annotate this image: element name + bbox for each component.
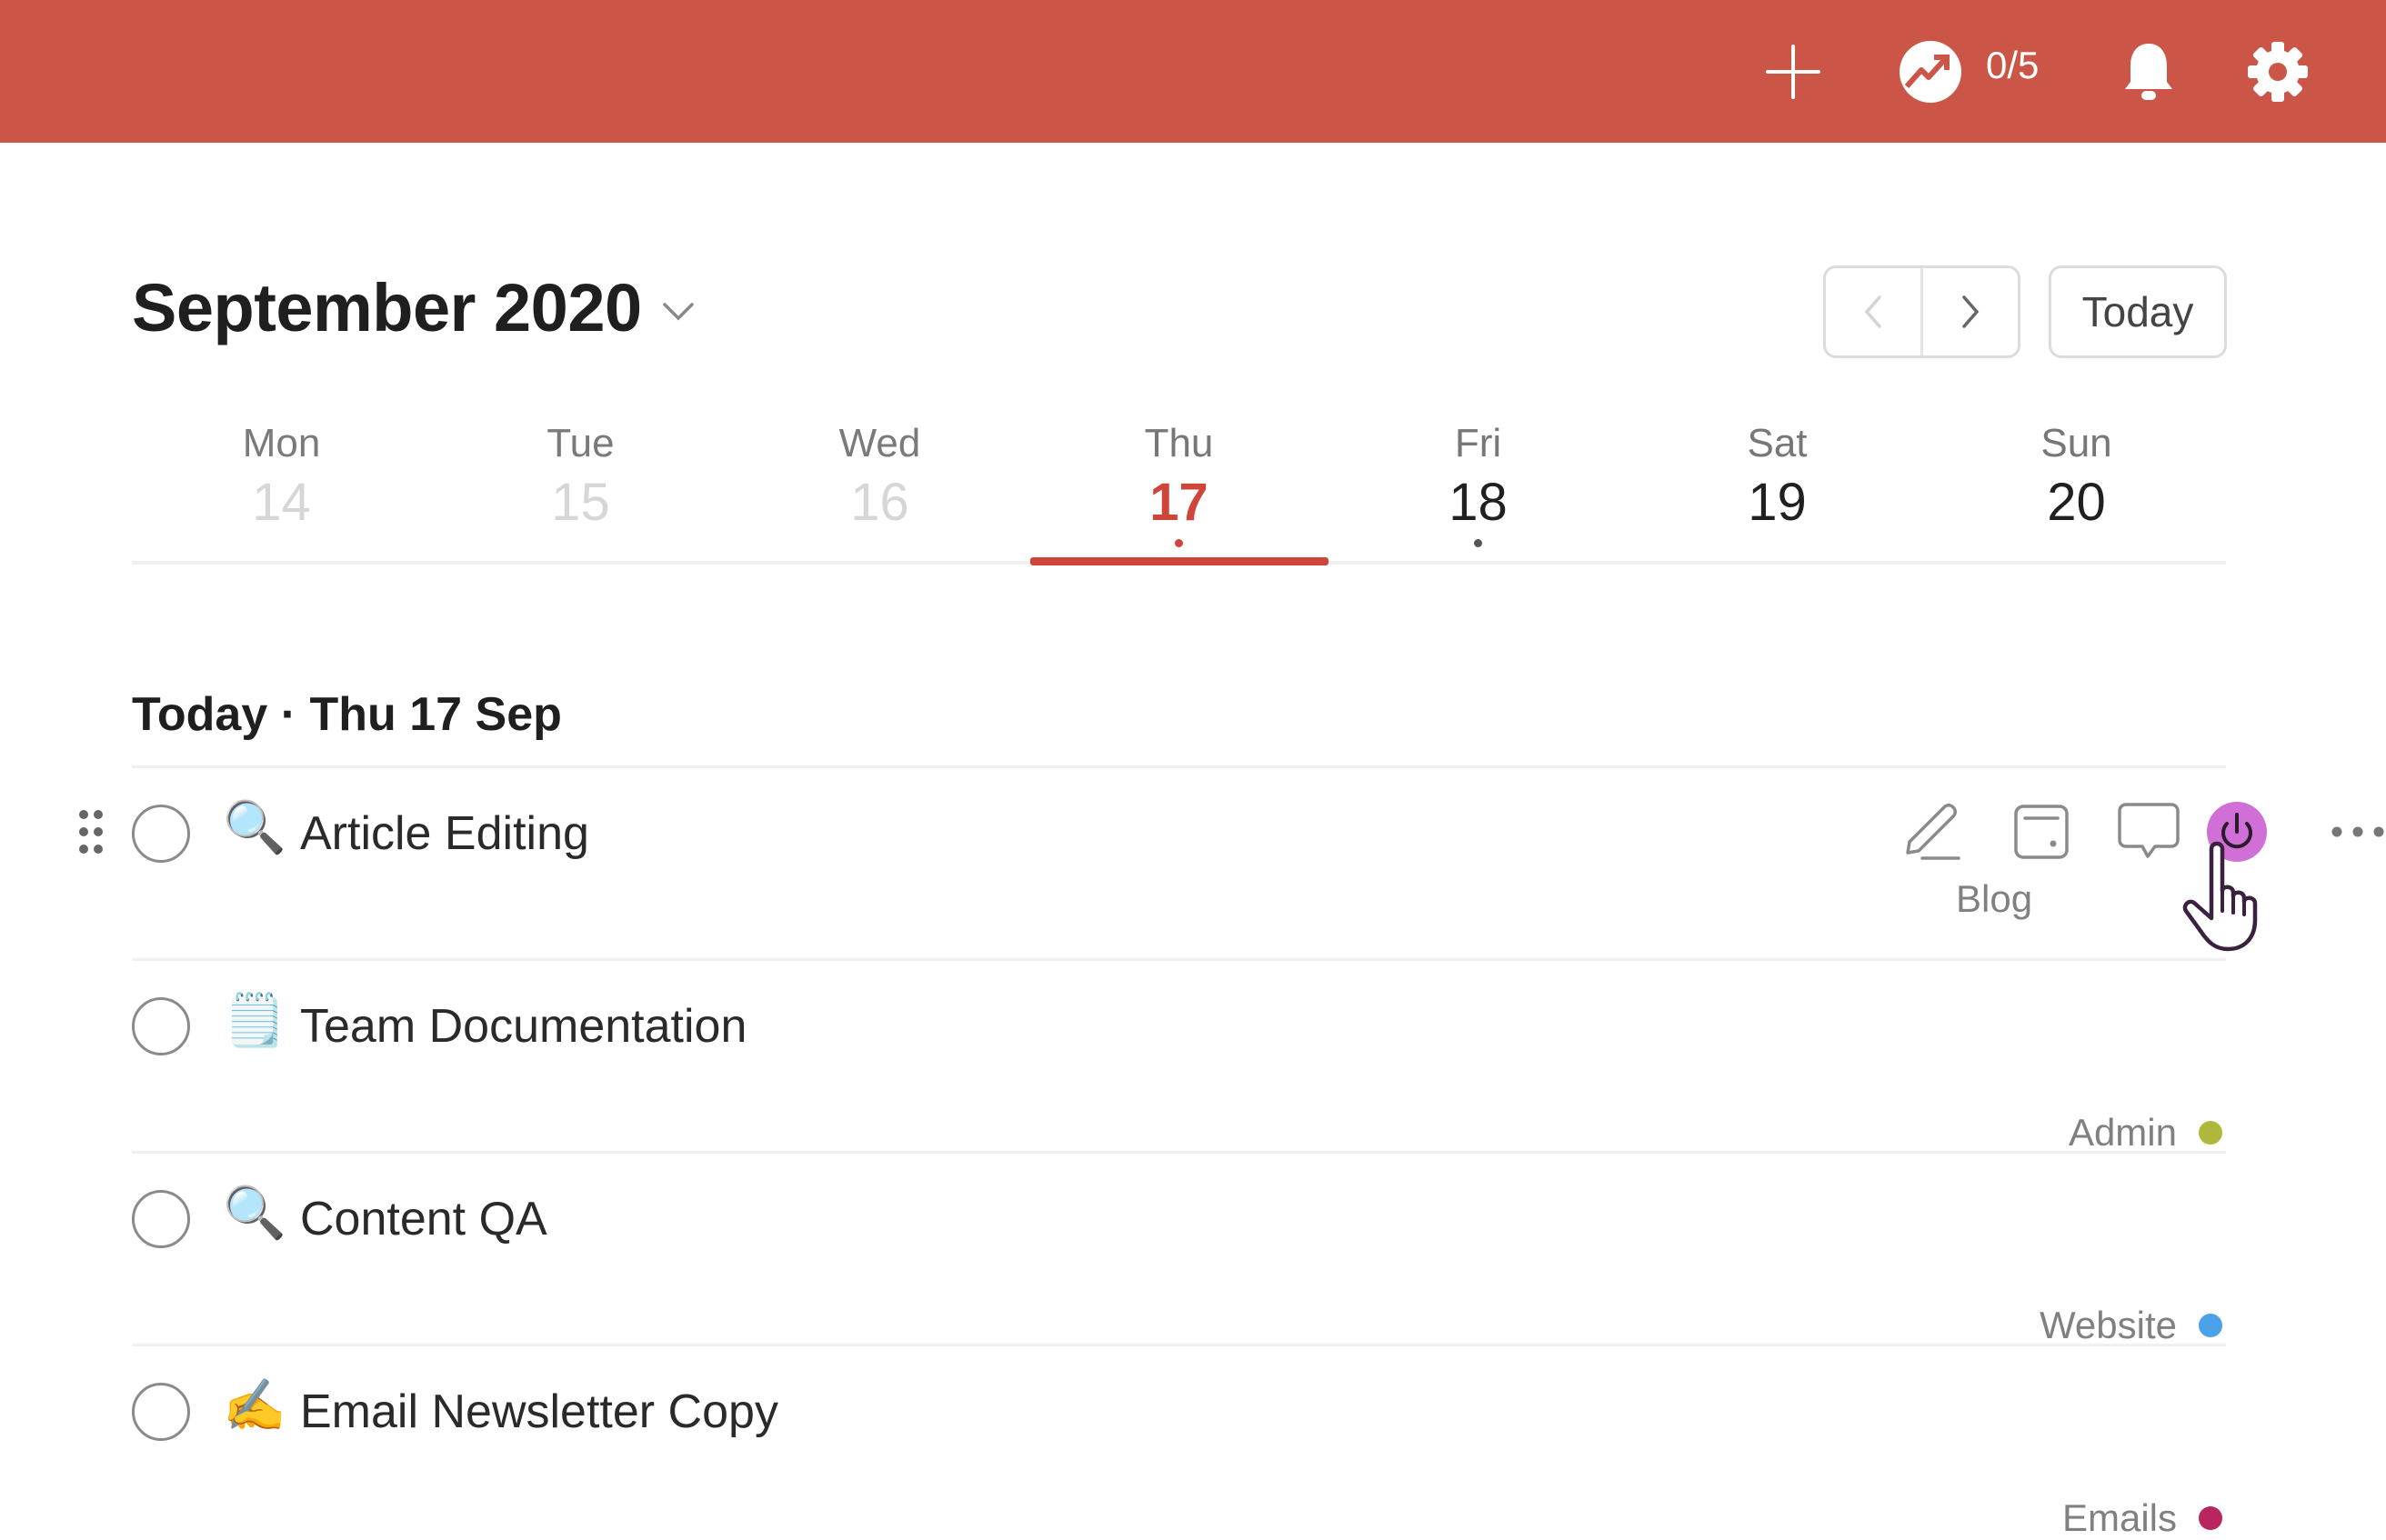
more-horizontal-icon <box>2331 826 2384 837</box>
chevron-right-icon <box>1962 295 1980 328</box>
task-project-label[interactable]: Blog <box>1956 877 2032 921</box>
day-name: Sun <box>2040 421 2112 465</box>
magnifying-glass-icon: 🔍 <box>223 1184 286 1241</box>
task-project[interactable]: Emails <box>2062 1496 2226 1540</box>
project-color-dot <box>2199 1506 2222 1530</box>
schedule-task-button[interactable] <box>1996 786 2087 877</box>
tasks-indicator-dot <box>1474 539 1482 547</box>
day-thu[interactable]: Thu 17 <box>1029 414 1328 566</box>
today-button[interactable]: Today <box>2049 265 2227 358</box>
task-project[interactable]: Admin <box>2069 1111 2226 1155</box>
focus-task-button[interactable] <box>2191 786 2282 877</box>
project-color-dot <box>2199 1314 2222 1337</box>
more-actions-button[interactable] <box>2312 786 2386 877</box>
task-project-label: Website <box>2040 1304 2177 1346</box>
task-item[interactable]: 🔍 Content QA Website <box>132 1154 2226 1346</box>
tasks-indicator-dot <box>1175 539 1183 547</box>
day-mon[interactable]: Mon 14 <box>132 414 431 566</box>
productivity-trend-icon <box>1900 41 1961 103</box>
task-checkbox[interactable] <box>132 997 190 1055</box>
previous-week-button[interactable] <box>1826 268 1920 355</box>
task-project[interactable]: Website <box>2040 1304 2226 1347</box>
power-icon <box>2207 802 2267 862</box>
task-checkbox[interactable] <box>132 1190 190 1248</box>
productivity-button[interactable] <box>1890 31 1971 113</box>
task-checkbox[interactable] <box>132 805 190 863</box>
task-title[interactable]: Article Editing <box>300 806 589 861</box>
day-name: Fri <box>1454 421 1502 465</box>
task-item[interactable]: 🔍 Article Editing <box>79 768 2384 961</box>
day-sat[interactable]: Sat 19 <box>1628 414 1927 566</box>
task-checkbox[interactable] <box>132 1383 190 1441</box>
drag-handle-icon <box>79 810 103 854</box>
day-fri[interactable]: Fri 18 <box>1328 414 1628 566</box>
day-wed[interactable]: Wed 16 <box>730 414 1029 566</box>
day-name: Sat <box>1747 421 1808 465</box>
notifications-button[interactable] <box>2108 31 2190 113</box>
week-navigation <box>1823 265 2020 358</box>
gear-icon <box>2248 42 2308 102</box>
task-project-label: Admin <box>2068 1111 2177 1154</box>
day-sun[interactable]: Sun 20 <box>1927 414 2226 566</box>
day-date: 17 <box>1149 473 1208 532</box>
task-project-label: Emails <box>2061 1496 2177 1539</box>
edit-task-button[interactable] <box>1887 786 1978 877</box>
drag-handle[interactable] <box>77 808 105 860</box>
comment-icon <box>2118 803 2180 858</box>
magnifying-glass-icon: 🔍 <box>223 798 286 855</box>
writing-hand-icon: ✍️ <box>223 1376 286 1434</box>
next-week-button[interactable] <box>1920 268 2018 355</box>
pencil-icon <box>1906 804 1960 860</box>
day-name: Mon <box>242 421 321 465</box>
chevron-down-icon <box>662 302 694 320</box>
month-title: September 2020 <box>132 270 642 345</box>
week-strip: Mon 14 Tue 15 Wed 16 Thu 17 Fri 18 Sat 1… <box>132 414 2226 566</box>
plus-icon <box>1766 45 1820 99</box>
day-name: Tue <box>546 421 615 465</box>
day-name: Wed <box>838 421 921 465</box>
quick-add-button[interactable] <box>1752 31 1834 113</box>
settings-button[interactable] <box>2237 31 2319 113</box>
day-date: 18 <box>1449 473 1508 532</box>
task-item[interactable]: ✍️ Email Newsletter Copy Emails <box>132 1346 2226 1539</box>
calendar-icon <box>2014 805 2069 859</box>
selected-day-indicator <box>1030 557 1328 565</box>
day-date: 14 <box>252 473 311 532</box>
task-title[interactable]: Email Newsletter Copy <box>300 1385 778 1439</box>
task-title[interactable]: Team Documentation <box>300 999 747 1054</box>
day-date: 16 <box>850 473 909 532</box>
top-bar: 0/5 <box>0 0 2386 143</box>
bell-icon <box>2125 44 2172 100</box>
section-title: Today · Thu 17 Sep <box>132 688 562 741</box>
chevron-left-icon <box>1864 295 1881 328</box>
day-date: 19 <box>1748 473 1807 532</box>
day-name: Thu <box>1144 421 1214 465</box>
day-tue[interactable]: Tue 15 <box>431 414 730 566</box>
productivity-count[interactable]: 0/5 <box>1986 44 2039 87</box>
comment-task-button[interactable] <box>2103 786 2194 877</box>
day-date: 15 <box>551 473 610 532</box>
month-picker[interactable]: September 2020 <box>132 269 695 346</box>
day-date: 20 <box>2047 473 2106 532</box>
task-title[interactable]: Content QA <box>300 1192 547 1246</box>
notepad-icon: 🗒️ <box>223 991 286 1048</box>
project-color-dot <box>2199 1121 2222 1145</box>
task-item[interactable]: 🗒️ Team Documentation Admin <box>132 961 2226 1154</box>
